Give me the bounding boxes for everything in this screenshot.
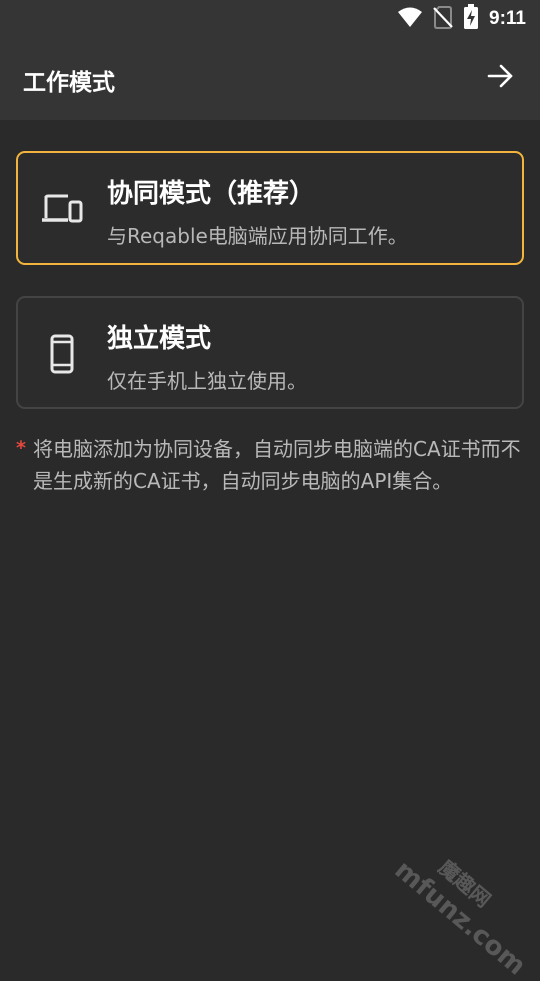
app-bar: 工作模式 bbox=[0, 38, 540, 120]
phone-icon bbox=[40, 334, 84, 374]
collab-mode-title: 协同模式（推荐） bbox=[107, 179, 316, 209]
standalone-mode-title: 独立模式 bbox=[107, 324, 212, 354]
arrow-right-icon bbox=[486, 62, 514, 94]
devices-icon bbox=[40, 189, 84, 229]
battery-charging-icon bbox=[463, 4, 479, 34]
status-icons: 9:11 bbox=[397, 4, 526, 34]
wifi-icon bbox=[397, 6, 423, 32]
standalone-mode-description: 仅在手机上独立使用。 bbox=[107, 369, 307, 393]
note-text: 将电脑添加为协同设备，自动同步电脑端的CA证书而不是生成新的CA证书，自动同步电… bbox=[33, 437, 521, 493]
status-bar: 9:11 bbox=[0, 0, 540, 38]
collab-mode-description: 与Reqable电脑端应用协同工作。 bbox=[107, 224, 408, 248]
required-asterisk: * bbox=[16, 437, 26, 459]
status-time: 9:11 bbox=[489, 8, 526, 29]
info-note: * 将电脑添加为协同设备，自动同步电脑端的CA证书而不是生成新的CA证书，自动同… bbox=[16, 433, 526, 497]
standalone-mode-card[interactable]: 独立模式 仅在手机上独立使用。 bbox=[16, 296, 524, 409]
next-button[interactable] bbox=[482, 60, 518, 96]
page-title: 工作模式 bbox=[23, 70, 115, 96]
no-sim-icon bbox=[433, 5, 453, 33]
collab-mode-card[interactable]: 协同模式（推荐） 与Reqable电脑端应用协同工作。 bbox=[16, 151, 524, 265]
